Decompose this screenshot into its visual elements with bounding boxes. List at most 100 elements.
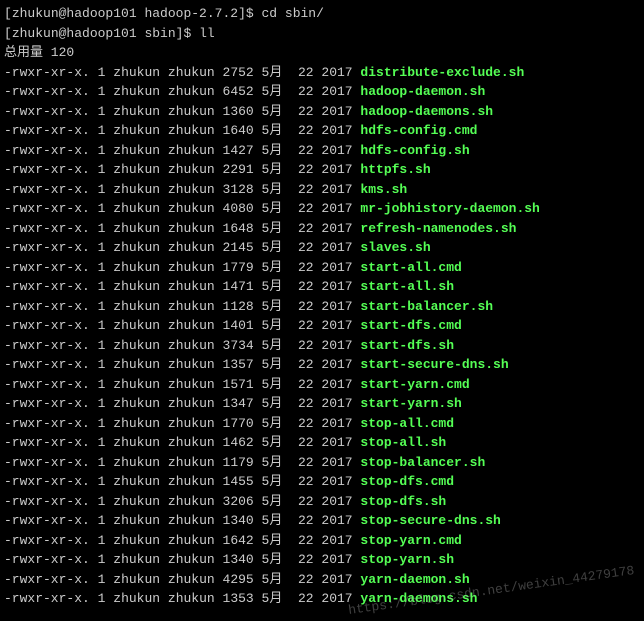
file-year: 2017 <box>321 357 352 372</box>
file-row: -rwxr-xr-x. 1 zhukun zhukun 1462 5月 22 2… <box>4 433 640 453</box>
file-day: 22 <box>298 123 314 138</box>
file-size: 1571 <box>223 377 254 392</box>
file-permissions: -rwxr-xr-x. <box>4 104 90 119</box>
file-row: -rwxr-xr-x. 1 zhukun zhukun 1571 5月 22 2… <box>4 375 640 395</box>
file-day: 22 <box>298 396 314 411</box>
file-year: 2017 <box>321 396 352 411</box>
file-size: 1455 <box>223 474 254 489</box>
file-group: zhukun <box>168 455 215 470</box>
file-group: zhukun <box>168 396 215 411</box>
file-link-count: 1 <box>98 338 106 353</box>
file-year: 2017 <box>321 182 352 197</box>
file-month: 5月 <box>262 435 283 450</box>
file-size: 1640 <box>223 123 254 138</box>
file-year: 2017 <box>321 260 352 275</box>
file-link-count: 1 <box>98 377 106 392</box>
file-owner: zhukun <box>113 396 160 411</box>
file-year: 2017 <box>321 494 352 509</box>
file-link-count: 1 <box>98 572 106 587</box>
file-name: yarn-daemons.sh <box>360 591 477 606</box>
file-day: 22 <box>298 474 314 489</box>
file-row: -rwxr-xr-x. 1 zhukun zhukun 4080 5月 22 2… <box>4 199 640 219</box>
file-link-count: 1 <box>98 221 106 236</box>
file-owner: zhukun <box>113 318 160 333</box>
file-row: -rwxr-xr-x. 1 zhukun zhukun 1353 5月 22 2… <box>4 589 640 609</box>
file-month: 5月 <box>262 533 283 548</box>
file-year: 2017 <box>321 435 352 450</box>
file-owner: zhukun <box>113 494 160 509</box>
file-row: -rwxr-xr-x. 1 zhukun zhukun 1455 5月 22 2… <box>4 472 640 492</box>
file-row: -rwxr-xr-x. 1 zhukun zhukun 1779 5月 22 2… <box>4 258 640 278</box>
file-link-count: 1 <box>98 143 106 158</box>
file-name: stop-yarn.sh <box>360 552 454 567</box>
file-owner: zhukun <box>113 435 160 450</box>
file-name: start-all.cmd <box>360 260 461 275</box>
file-day: 22 <box>298 572 314 587</box>
file-row: -rwxr-xr-x. 1 zhukun zhukun 1340 5月 22 2… <box>4 511 640 531</box>
file-owner: zhukun <box>113 552 160 567</box>
file-day: 22 <box>298 182 314 197</box>
file-day: 22 <box>298 494 314 509</box>
file-year: 2017 <box>321 104 352 119</box>
prompt-user-host: zhukun@hadoop101 <box>12 6 137 21</box>
file-month: 5月 <box>262 279 283 294</box>
file-group: zhukun <box>168 260 215 275</box>
file-owner: zhukun <box>113 123 160 138</box>
file-row: -rwxr-xr-x. 1 zhukun zhukun 3206 5月 22 2… <box>4 492 640 512</box>
file-link-count: 1 <box>98 591 106 606</box>
file-permissions: -rwxr-xr-x. <box>4 143 90 158</box>
file-group: zhukun <box>168 533 215 548</box>
file-link-count: 1 <box>98 416 106 431</box>
file-permissions: -rwxr-xr-x. <box>4 396 90 411</box>
file-size: 2291 <box>223 162 254 177</box>
file-group: zhukun <box>168 143 215 158</box>
file-day: 22 <box>298 143 314 158</box>
file-link-count: 1 <box>98 84 106 99</box>
file-day: 22 <box>298 591 314 606</box>
file-permissions: -rwxr-xr-x. <box>4 357 90 372</box>
file-month: 5月 <box>262 162 283 177</box>
file-permissions: -rwxr-xr-x. <box>4 123 90 138</box>
file-month: 5月 <box>262 240 283 255</box>
file-permissions: -rwxr-xr-x. <box>4 533 90 548</box>
file-owner: zhukun <box>113 104 160 119</box>
file-name: start-dfs.sh <box>360 338 454 353</box>
file-row: -rwxr-xr-x. 1 zhukun zhukun 6452 5月 22 2… <box>4 82 640 102</box>
file-year: 2017 <box>321 84 352 99</box>
file-group: zhukun <box>168 182 215 197</box>
terminal-output[interactable]: [zhukun@hadoop101 hadoop-2.7.2]$ cd sbin… <box>4 4 640 609</box>
file-day: 22 <box>298 435 314 450</box>
file-year: 2017 <box>321 591 352 606</box>
file-year: 2017 <box>321 65 352 80</box>
file-day: 22 <box>298 318 314 333</box>
file-size: 1128 <box>223 299 254 314</box>
file-name: mr-jobhistory-daemon.sh <box>360 201 539 216</box>
file-month: 5月 <box>262 182 283 197</box>
file-day: 22 <box>298 513 314 528</box>
file-group: zhukun <box>168 279 215 294</box>
file-name: stop-dfs.sh <box>360 494 446 509</box>
prompt-close-bracket: ]$ <box>176 26 199 41</box>
file-name: start-all.sh <box>360 279 454 294</box>
file-permissions: -rwxr-xr-x. <box>4 474 90 489</box>
file-link-count: 1 <box>98 104 106 119</box>
file-group: zhukun <box>168 357 215 372</box>
file-name: start-dfs.cmd <box>360 318 461 333</box>
file-group: zhukun <box>168 591 215 606</box>
file-row: -rwxr-xr-x. 1 zhukun zhukun 4295 5月 22 2… <box>4 570 640 590</box>
file-group: zhukun <box>168 84 215 99</box>
file-year: 2017 <box>321 455 352 470</box>
file-owner: zhukun <box>113 299 160 314</box>
file-day: 22 <box>298 357 314 372</box>
file-group: zhukun <box>168 299 215 314</box>
file-size: 1648 <box>223 221 254 236</box>
file-row: -rwxr-xr-x. 1 zhukun zhukun 2145 5月 22 2… <box>4 238 640 258</box>
file-group: zhukun <box>168 123 215 138</box>
file-year: 2017 <box>321 338 352 353</box>
file-size: 1779 <box>223 260 254 275</box>
file-permissions: -rwxr-xr-x. <box>4 435 90 450</box>
file-permissions: -rwxr-xr-x. <box>4 338 90 353</box>
file-year: 2017 <box>321 474 352 489</box>
file-size: 2145 <box>223 240 254 255</box>
file-permissions: -rwxr-xr-x. <box>4 455 90 470</box>
